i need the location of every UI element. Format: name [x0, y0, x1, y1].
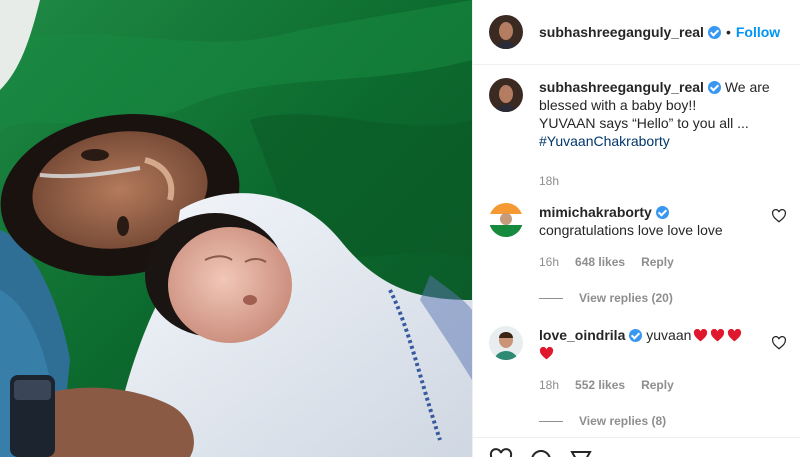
reply-button[interactable]: Reply: [641, 376, 674, 394]
replies-divider: [539, 297, 563, 299]
comment-bubble-icon[interactable]: [529, 448, 553, 457]
caption-author-avatar[interactable]: [489, 78, 523, 112]
comment-text: yuvaan: [646, 327, 692, 343]
view-replies-button[interactable]: View replies (8): [539, 412, 785, 430]
comment-username[interactable]: mimichakraborty: [539, 204, 652, 220]
view-replies-label: View replies (8): [579, 414, 667, 428]
red-heart-emoji-icon: [711, 329, 725, 342]
newborn-photo-illustration: [0, 0, 472, 457]
view-replies-label: View replies (20): [579, 291, 673, 305]
share-icon[interactable]: [569, 448, 593, 457]
commenter-avatar[interactable]: [489, 203, 523, 237]
post-photo: [0, 0, 472, 457]
comment-time[interactable]: 18h: [539, 376, 559, 394]
replies-divider: [539, 420, 563, 422]
red-heart-emoji-icon: [539, 347, 554, 360]
commenter-avatar[interactable]: [489, 326, 523, 360]
verified-badge-icon: [707, 81, 721, 94]
verified-badge-icon: [629, 329, 643, 342]
post-caption: subhashreeganguly_real We are blessed wi…: [489, 78, 789, 190]
view-replies-button[interactable]: View replies (20): [539, 289, 785, 307]
post-timestamp[interactable]: 18h: [539, 172, 770, 190]
post-header: subhashreeganguly_real • Follow: [473, 0, 800, 65]
red-heart-emoji-icon: [694, 329, 708, 342]
caption-username[interactable]: subhashreeganguly_real: [539, 79, 704, 95]
post-action-bar: [473, 437, 800, 457]
caption-hashtag[interactable]: #YuvaanChakraborty: [539, 132, 770, 150]
reply-button[interactable]: Reply: [641, 253, 674, 271]
author-avatar[interactable]: [489, 15, 523, 49]
heart-outline-icon[interactable]: [771, 336, 787, 350]
comment-text: congratulations love love love: [539, 222, 723, 238]
separator-dot: •: [725, 24, 731, 40]
comment-item: mimichakraborty congratulations love lov…: [489, 203, 787, 307]
comment-item: love_oindrila yuvaan 18h 552 likes Reply…: [489, 326, 787, 430]
caption-text-line-2: blessed with a baby boy!!: [539, 97, 697, 113]
comment-likes[interactable]: 648 likes: [575, 253, 625, 271]
like-heart-icon[interactable]: [489, 448, 513, 457]
follow-button[interactable]: Follow: [736, 24, 780, 40]
caption-text-line-3: YUVAAN says “Hello” to you all ...: [539, 115, 749, 131]
verified-badge-icon: [707, 25, 721, 39]
post-side-panel: subhashreeganguly_real • Follow subhashr…: [472, 0, 800, 457]
comment-time[interactable]: 16h: [539, 253, 559, 271]
heart-outline-icon[interactable]: [771, 209, 787, 223]
caption-text-line-1: We are: [724, 79, 770, 95]
author-username[interactable]: subhashreeganguly_real: [539, 24, 704, 40]
verified-badge-icon: [655, 206, 669, 219]
red-heart-emoji-icon: [728, 329, 742, 342]
comment-likes[interactable]: 552 likes: [575, 376, 625, 394]
comment-username[interactable]: love_oindrila: [539, 327, 625, 343]
